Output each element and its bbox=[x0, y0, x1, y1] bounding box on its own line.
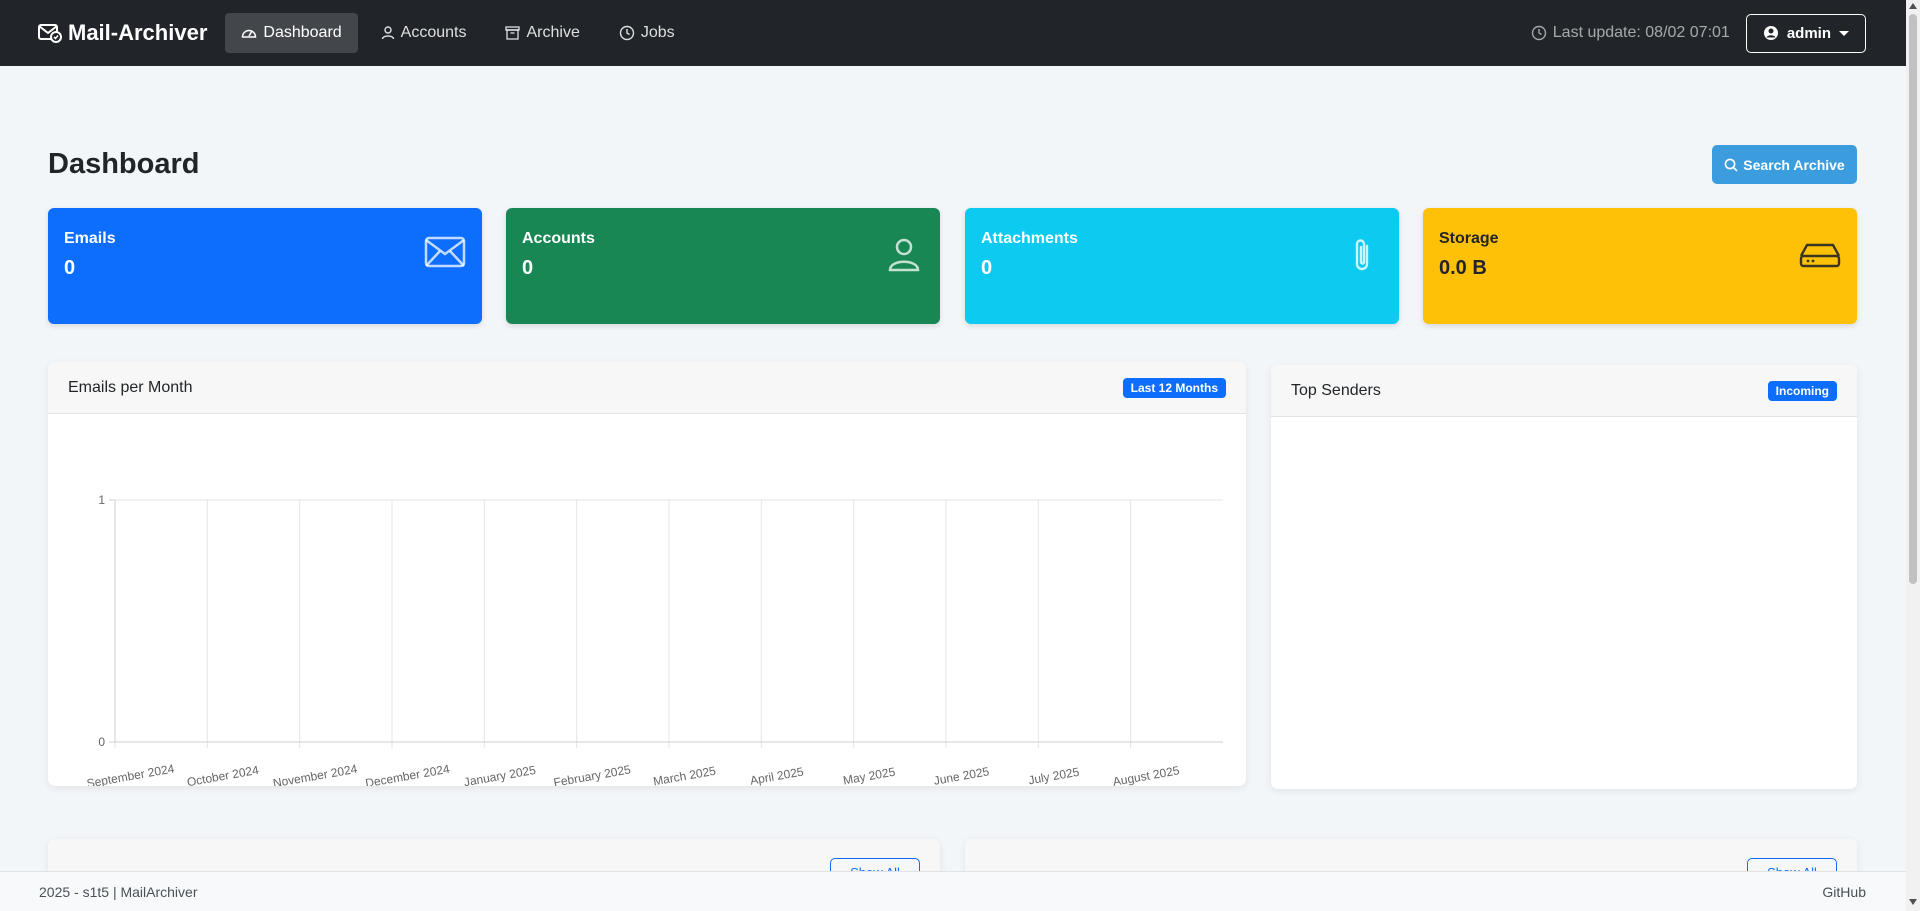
x-tick-label: July 2025 bbox=[1027, 765, 1080, 786]
panel-title: Top Senders bbox=[1291, 381, 1381, 399]
range-badge: Last 12 Months bbox=[1122, 377, 1226, 398]
page-title: Dashboard bbox=[48, 148, 200, 180]
mail-archive-icon bbox=[38, 24, 62, 43]
clock-icon bbox=[1531, 25, 1546, 41]
hard-drive-icon bbox=[1799, 243, 1841, 268]
x-tick-label: October 2024 bbox=[186, 763, 260, 786]
stat-label: Emails bbox=[64, 230, 116, 247]
x-tick-label: August 2025 bbox=[1112, 763, 1181, 786]
envelope-icon bbox=[424, 236, 466, 268]
scroll-thumb[interactable] bbox=[1909, 14, 1917, 584]
user-name: admin bbox=[1786, 24, 1831, 42]
stat-label: Accounts bbox=[522, 230, 595, 247]
x-tick-label: May 2025 bbox=[842, 765, 897, 786]
nav-accounts-label: Accounts bbox=[400, 24, 467, 41]
stat-value: 0 bbox=[522, 257, 534, 279]
x-tick-label: March 2025 bbox=[652, 764, 717, 786]
panel-header: Emails per Month Last 12 Months bbox=[48, 362, 1246, 414]
nav-archive-label: Archive bbox=[526, 24, 580, 41]
chevron-down-icon bbox=[1839, 30, 1849, 36]
footer: 2025 - s1t5 | MailArchiver GitHub bbox=[0, 871, 1906, 911]
x-tick-label: September 2024 bbox=[86, 761, 176, 786]
emails-per-month-panel: Emails per Month Last 12 Months 0 1 Septem… bbox=[48, 362, 1246, 786]
x-tick-label: February 2025 bbox=[552, 762, 632, 786]
scroll-down-icon[interactable] bbox=[1909, 899, 1917, 905]
nav-archive[interactable]: Archive bbox=[489, 13, 595, 53]
search-archive-label: Search Archive bbox=[1743, 156, 1845, 173]
vertical-scrollbar[interactable] bbox=[1906, 0, 1920, 911]
incoming-badge: Incoming bbox=[1767, 380, 1837, 401]
brand[interactable]: Mail-Archiver bbox=[38, 20, 207, 46]
x-tick-label: April 2025 bbox=[749, 764, 805, 786]
emails-per-month-chart: 0 1 September 2024 October 2024 November 202… bbox=[86, 493, 1223, 786]
last-update-text: Last update: 08/02 07:01 bbox=[1552, 24, 1730, 41]
speedometer-icon bbox=[242, 29, 257, 38]
stat-label: Storage bbox=[1439, 230, 1499, 247]
paperclip-icon bbox=[1355, 239, 1369, 271]
x-tick-label: January 2025 bbox=[463, 763, 537, 786]
github-link[interactable]: GitHub bbox=[1822, 884, 1866, 900]
stat-card-attachments: Attachments 0 bbox=[965, 208, 1399, 324]
brand-name: Mail-Archiver bbox=[68, 20, 208, 45]
panel-header: Top Senders Incoming bbox=[1271, 365, 1857, 417]
y-tick-label: 1 bbox=[98, 493, 105, 507]
x-tick-label: November 2024 bbox=[272, 762, 359, 786]
person-icon bbox=[381, 26, 394, 40]
nav-jobs[interactable]: Jobs bbox=[603, 13, 691, 53]
search-archive-button[interactable]: Search Archive bbox=[1712, 145, 1857, 184]
stat-value: 0 bbox=[981, 257, 993, 279]
scroll-up-icon[interactable] bbox=[1909, 3, 1917, 9]
top-senders-panel: Top Senders Incoming bbox=[1271, 365, 1857, 789]
stat-card-storage: Storage 0.0 B bbox=[1423, 208, 1857, 324]
stat-card-accounts: Accounts 0 bbox=[506, 208, 940, 324]
y-tick-label: 0 bbox=[98, 735, 105, 749]
panel-title: Emails per Month bbox=[68, 378, 193, 396]
top-navbar: Mail-Archiver Dashboard Accounts Archive… bbox=[0, 0, 1906, 66]
person-icon bbox=[888, 238, 920, 272]
user-menu-button[interactable]: admin bbox=[1745, 13, 1866, 53]
x-tick-label: June 2025 bbox=[933, 764, 991, 786]
stat-card-emails: Emails 0 bbox=[48, 208, 482, 324]
archive-box-icon bbox=[505, 26, 521, 40]
stat-label: Attachments bbox=[981, 230, 1078, 247]
user-circle-icon bbox=[1763, 26, 1778, 40]
last-update: Last update: 08/02 07:01 bbox=[1531, 24, 1730, 42]
nav-accounts[interactable]: Accounts bbox=[365, 13, 483, 53]
stat-value: 0.0 B bbox=[1439, 257, 1487, 279]
stat-value: 0 bbox=[64, 257, 76, 279]
search-icon bbox=[1724, 158, 1738, 172]
nav-dashboard-label: Dashboard bbox=[263, 24, 342, 41]
clock-icon bbox=[619, 25, 635, 41]
x-tick-label: December 2024 bbox=[364, 762, 451, 786]
footer-copyright: 2025 - s1t5 | MailArchiver bbox=[39, 883, 198, 900]
nav-dashboard[interactable]: Dashboard bbox=[225, 13, 358, 53]
top-senders-list bbox=[1271, 417, 1857, 789]
nav-jobs-label: Jobs bbox=[640, 24, 675, 41]
